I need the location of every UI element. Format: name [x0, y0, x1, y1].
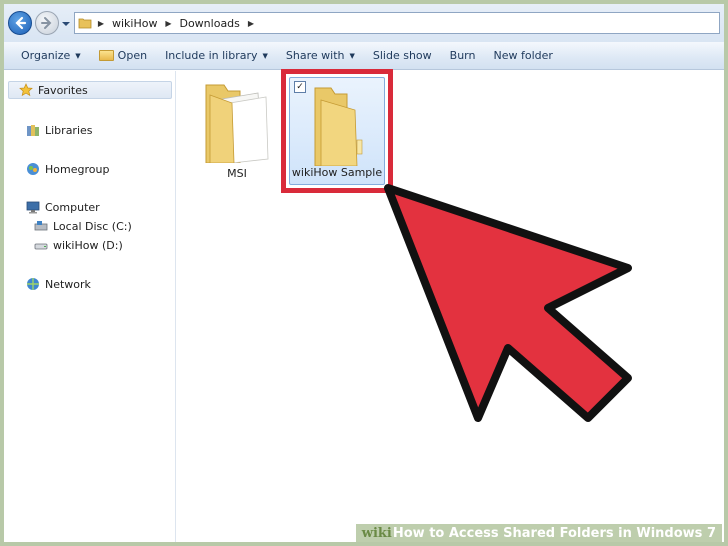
open-folder-icon: [98, 50, 114, 61]
forward-button[interactable]: [35, 11, 59, 35]
selection-checkbox[interactable]: ✓: [294, 81, 306, 93]
nav-item-label: wikiHow (D:): [53, 238, 123, 252]
organize-label: Organize: [21, 49, 71, 62]
folder-item-wikihow-sample[interactable]: ✓ wikiHow Sample: [289, 77, 385, 185]
nav-item-libraries[interactable]: Libraries: [26, 121, 93, 139]
nav-item-label: Network: [45, 277, 91, 291]
nav-item-network[interactable]: Network: [26, 275, 91, 293]
forward-arrow-icon: [41, 17, 52, 29]
breadcrumb-separator[interactable]: ▶: [94, 19, 108, 28]
address-field[interactable]: ▶ wikiHow ▶ Downloads ▶: [74, 12, 720, 34]
burn-button[interactable]: Burn: [441, 45, 485, 67]
nav-item-label: Homegroup: [45, 162, 110, 176]
nav-item-local-disc[interactable]: Local Disc (C:): [34, 217, 132, 235]
homegroup-icon: [26, 162, 40, 176]
breadcrumb-wikihow[interactable]: wikiHow: [108, 17, 161, 30]
watermark-how: How: [392, 525, 425, 541]
watermark-title: to Access Shared Folders in Windows 7: [424, 525, 716, 541]
burn-label: Burn: [449, 49, 476, 62]
slide-show-button[interactable]: Slide show: [364, 45, 441, 67]
folder-icon: [314, 87, 363, 166]
breadcrumb-separator[interactable]: ▶: [161, 19, 175, 28]
folder-icon: [78, 16, 94, 30]
slide-show-label: Slide show: [372, 49, 432, 62]
share-with-label: Share with: [285, 49, 345, 62]
watermark-brand: wiki: [361, 525, 392, 541]
nav-item-label: Local Disc (C:): [53, 219, 132, 233]
recent-pages-button[interactable]: [62, 18, 70, 26]
nav-item-homegroup[interactable]: Homegroup: [26, 160, 109, 178]
nav-item-wikihow-drive[interactable]: wikiHow (D:): [34, 236, 123, 254]
include-in-library-button[interactable]: Include in library ▼: [156, 45, 277, 67]
file-list: MSI ✓ wikiHow Sample: [177, 69, 724, 542]
library-icon: [26, 123, 40, 137]
chevron-down-icon: ▼: [349, 51, 355, 60]
network-icon: [26, 277, 40, 291]
chevron-down-icon: ▼: [262, 51, 268, 60]
navigation-pane: Favorites Libraries Homegroup Computer L…: [4, 71, 176, 542]
breadcrumb-downloads[interactable]: Downloads: [175, 17, 243, 30]
folder-label: MSI: [227, 167, 247, 180]
folder-label: wikiHow Sample: [291, 166, 383, 179]
nav-item-favorites[interactable]: Favorites: [8, 81, 172, 99]
open-label: Open: [117, 49, 148, 62]
watermark-banner: wiki How to Access Shared Folders in Win…: [355, 524, 722, 542]
nav-item-computer[interactable]: Computer: [26, 198, 100, 216]
command-bar: Organize ▼ Open Include in library ▼ Sha…: [4, 42, 724, 70]
nav-item-label: Favorites: [38, 83, 88, 97]
computer-icon: [26, 200, 40, 214]
nav-item-label: Libraries: [45, 123, 93, 137]
nav-item-label: Computer: [45, 200, 100, 214]
include-in-library-label: Include in library: [165, 49, 258, 62]
share-with-button[interactable]: Share with ▼: [277, 45, 364, 67]
breadcrumb-separator[interactable]: ▶: [244, 19, 258, 28]
back-button[interactable]: [8, 11, 32, 35]
folder-item-msi[interactable]: MSI: [187, 77, 287, 181]
selection-highlight: ✓ wikiHow Sample: [281, 69, 393, 193]
back-arrow-icon: [15, 16, 27, 30]
address-bar: ▶ wikiHow ▶ Downloads ▶: [4, 4, 724, 42]
star-icon: [19, 83, 33, 97]
removable-drive-icon: [34, 238, 48, 252]
hard-drive-icon: [34, 219, 48, 233]
folder-icon: [205, 84, 269, 163]
open-button[interactable]: Open: [90, 45, 156, 67]
new-folder-button[interactable]: New folder: [484, 45, 561, 67]
chevron-down-icon: [62, 22, 70, 26]
new-folder-label: New folder: [493, 49, 553, 62]
chevron-down-icon: ▼: [75, 51, 81, 60]
explorer-window: ▶ wikiHow ▶ Downloads ▶ Organize ▼ Open …: [4, 4, 724, 542]
organize-button[interactable]: Organize ▼: [12, 45, 90, 67]
